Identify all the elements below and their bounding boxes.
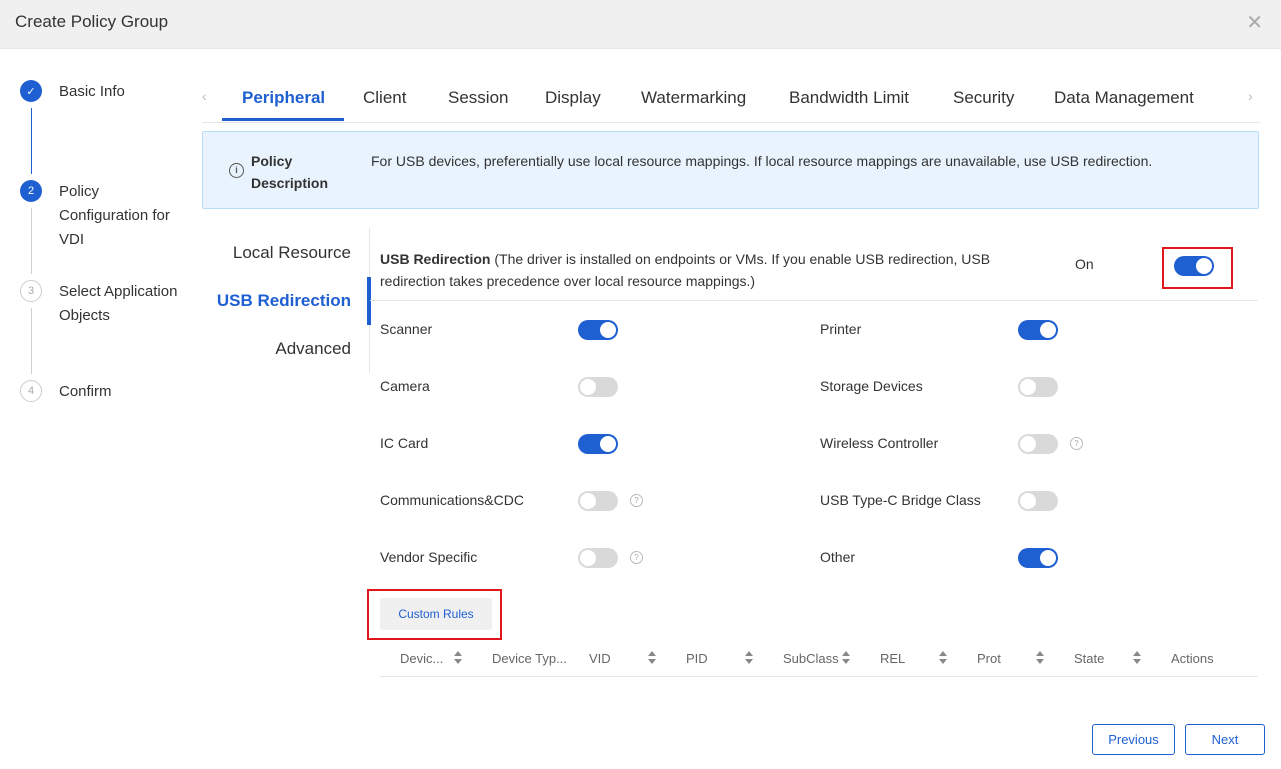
device-label-wireless-controller: Wireless Controller xyxy=(820,435,939,451)
toggle-knob xyxy=(580,493,596,509)
usb-type-c-bridge-class-toggle[interactable] xyxy=(1018,491,1058,511)
step-number: 4 xyxy=(20,380,42,402)
sort-icon[interactable] xyxy=(745,651,754,664)
sort-icon[interactable] xyxy=(1036,651,1045,664)
tab-data-management[interactable]: Data Management xyxy=(1054,88,1194,108)
device-label-communications-cdc: Communications&CDC xyxy=(380,492,524,508)
next-button[interactable]: Next xyxy=(1185,724,1265,755)
subnav-active-indicator xyxy=(367,277,371,325)
usb-redirection-description: USB Redirection (The driver is installed… xyxy=(380,248,1050,292)
subnav-local-resource[interactable]: Local Resource xyxy=(233,243,351,263)
close-icon[interactable]: ✕ xyxy=(1246,10,1263,35)
column-header-actions: Actions xyxy=(1171,651,1214,666)
toggle-knob xyxy=(580,550,596,566)
dialog-header: Create Policy Group ✕ xyxy=(0,0,1281,49)
toggle-knob xyxy=(1020,493,1036,509)
column-header-rel[interactable]: REL xyxy=(880,651,905,666)
toggle-knob xyxy=(600,322,616,338)
column-header-vid[interactable]: VID xyxy=(589,651,611,666)
chevron-right-icon[interactable]: › xyxy=(1248,88,1253,104)
active-tab-indicator xyxy=(222,118,344,121)
subnav-usb-redirection[interactable]: USB Redirection xyxy=(217,291,351,311)
toggle-knob xyxy=(600,436,616,452)
storage-devices-toggle[interactable] xyxy=(1018,377,1058,397)
sort-icon[interactable] xyxy=(454,651,463,664)
ic-card-toggle[interactable] xyxy=(578,434,618,454)
device-label-camera: Camera xyxy=(380,378,430,394)
tab-session[interactable]: Session xyxy=(448,88,508,108)
camera-toggle[interactable] xyxy=(578,377,618,397)
scanner-toggle[interactable] xyxy=(578,320,618,340)
sort-icon[interactable] xyxy=(842,651,851,664)
section-divider xyxy=(370,300,1258,301)
device-label-printer: Printer xyxy=(820,321,862,337)
usb-redirection-toggle[interactable] xyxy=(1174,256,1214,276)
column-header-device[interactable]: Devic... xyxy=(400,651,443,666)
printer-toggle[interactable] xyxy=(1018,320,1058,340)
toggle-knob xyxy=(1040,550,1056,566)
device-label-ic-card: IC Card xyxy=(380,435,429,451)
toggle-knob xyxy=(1020,379,1036,395)
help-icon[interactable]: ? xyxy=(630,551,643,564)
dialog-title: Create Policy Group xyxy=(15,12,169,31)
step-number: 3 xyxy=(20,280,42,302)
step-connector xyxy=(31,208,32,274)
sort-icon[interactable] xyxy=(939,651,948,664)
vendor-specific-toggle[interactable] xyxy=(578,548,618,568)
policy-description: i Policy Description For USB devices, pr… xyxy=(202,131,1259,209)
tab-bandwidth-limit[interactable]: Bandwidth Limit xyxy=(789,88,909,108)
custom-rules-button[interactable]: Custom Rules xyxy=(380,598,492,630)
device-label-other: Other xyxy=(820,549,856,565)
other-toggle[interactable] xyxy=(1018,548,1058,568)
tab-security[interactable]: Security xyxy=(953,88,1014,108)
communications-cdc-toggle[interactable] xyxy=(578,491,618,511)
usb-redirection-status: On xyxy=(1075,256,1094,272)
policy-description-label: Policy Description xyxy=(251,153,329,191)
usb-redirection-title: USB Redirection xyxy=(380,251,491,267)
previous-button[interactable]: Previous xyxy=(1092,724,1175,755)
help-icon[interactable]: ? xyxy=(630,494,643,507)
step-connector xyxy=(31,308,32,374)
tab-watermarking[interactable]: Watermarking xyxy=(641,88,746,108)
step-number: 2 xyxy=(20,180,42,202)
tab-peripheral[interactable]: Peripheral xyxy=(242,88,325,108)
toggle-knob xyxy=(1040,322,1056,338)
help-icon[interactable]: ? xyxy=(1070,437,1083,450)
tab-display[interactable]: Display xyxy=(545,88,601,108)
subnav-advanced[interactable]: Advanced xyxy=(275,339,351,359)
tab-client[interactable]: Client xyxy=(363,88,406,108)
info-icon: i xyxy=(229,163,244,178)
device-label-storage-devices: Storage Devices xyxy=(820,378,923,394)
check-icon: ✓ xyxy=(20,80,42,102)
device-label-vendor-specific: Vendor Specific xyxy=(380,549,478,565)
wireless-controller-toggle[interactable] xyxy=(1018,434,1058,454)
chevron-left-icon[interactable]: ‹ xyxy=(202,88,207,104)
step-label: Policy Configuration for VDI xyxy=(59,183,170,248)
toggle-knob xyxy=(1196,258,1212,274)
column-header-pid[interactable]: PID xyxy=(686,651,708,666)
sort-icon[interactable] xyxy=(648,651,657,664)
column-header-state[interactable]: State xyxy=(1074,651,1104,666)
column-header-device-type[interactable]: Device Typ... xyxy=(492,651,567,666)
device-label-usb-type-c-bridge-class: USB Type-C Bridge Class xyxy=(820,492,981,508)
sort-icon[interactable] xyxy=(1133,651,1142,664)
step-label: Basic Info xyxy=(59,83,125,100)
step-label: Confirm xyxy=(59,383,112,400)
toggle-knob xyxy=(1020,436,1036,452)
custom-rules-table-header: Devic... Device Typ... VID PID SubClass … xyxy=(380,640,1258,677)
column-header-prot[interactable]: Prot xyxy=(977,651,1001,666)
policy-description-text: For USB devices, preferentially use loca… xyxy=(371,153,1153,169)
step-label: Select Application Objects xyxy=(59,283,178,324)
policy-tabs: ‹ Peripheral Client Session Display Wate… xyxy=(202,80,1260,123)
toggle-knob xyxy=(580,379,596,395)
column-header-subclass[interactable]: SubClass xyxy=(783,651,839,666)
device-label-scanner: Scanner xyxy=(380,321,433,337)
step-connector xyxy=(31,108,32,174)
